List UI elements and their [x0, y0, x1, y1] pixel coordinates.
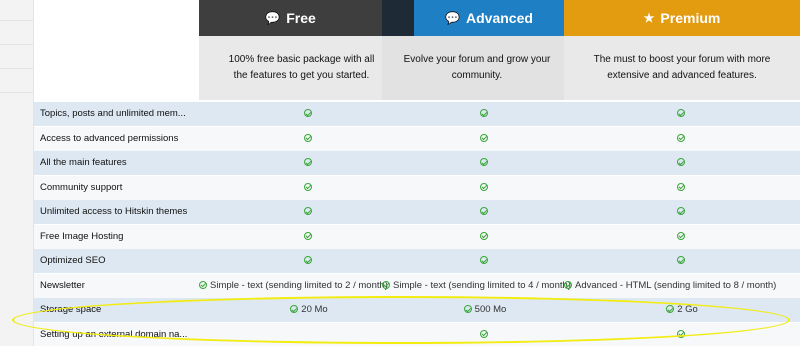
check-icon: [479, 256, 488, 265]
feature-cell-premium: [564, 249, 800, 273]
feature-row: Newsletter Simple - text (sending limited…: [34, 273, 800, 298]
check-icon: [479, 133, 488, 142]
left-margin: [0, 0, 34, 346]
feature-cell-premium: [564, 176, 800, 200]
feature-value: Simple - text (sending limited to 2 / mo…: [210, 279, 388, 291]
feature-cell-premium: [564, 102, 800, 126]
feature-cell-advanced: 500 Mo: [382, 298, 588, 322]
feature-cell-advanced: [382, 200, 588, 224]
feature-label: Newsletter: [40, 279, 85, 291]
feature-row: Storage space 20 Mo 500 Mo 2 Go: [34, 298, 800, 322]
feature-row: Optimized SEO: [34, 249, 800, 273]
check-icon: [676, 109, 685, 118]
check-icon: [303, 256, 312, 265]
feature-row: Topics, posts and unlimited mem...: [34, 102, 800, 126]
star-icon: ★: [643, 11, 655, 25]
feature-cell-advanced: [382, 176, 588, 200]
check-icon: [303, 158, 312, 167]
check-icon: [479, 109, 488, 118]
chat-bubble-icon: 💬: [265, 11, 281, 25]
feature-cell-advanced: Simple - text (sending limited to 4 / mo…: [382, 274, 588, 298]
feature-cell-advanced: [382, 249, 588, 273]
check-icon: [303, 133, 312, 142]
feature-cell-advanced: [382, 323, 588, 346]
feature-label: All the main features: [40, 157, 127, 168]
check-icon: [199, 280, 207, 289]
check-icon: [382, 280, 390, 289]
feature-label: Community support: [40, 181, 123, 193]
check-icon: [666, 305, 675, 314]
feature-label: Free Image Hosting: [40, 230, 124, 242]
plan-header-advanced[interactable]: 💬 Advanced: [414, 0, 564, 36]
feature-cell-premium: [564, 127, 800, 151]
chat-bubbles-icon: 💬: [445, 11, 461, 25]
check-icon: [676, 133, 685, 142]
feature-row: All the main features: [34, 151, 800, 175]
plan-description-premium: The must to boost your forum with more e…: [564, 36, 800, 100]
feature-row: Community support: [34, 175, 800, 200]
check-icon: [303, 109, 312, 118]
check-icon: [463, 305, 472, 314]
check-icon: [290, 305, 299, 314]
feature-label: Topics, posts and unlimited mem...: [40, 108, 186, 119]
feature-row: Unlimited access to Hitskin themes: [34, 200, 800, 224]
check-icon: [676, 231, 685, 240]
feature-row: Setting up an external domain na...: [34, 322, 800, 346]
plan-name-premium: Premium: [660, 10, 721, 26]
feature-cell-premium: Advanced - HTML (sending limited to 8 / …: [564, 274, 800, 298]
feature-value: Advanced - HTML (sending limited to 8 / …: [575, 279, 777, 291]
feature-label: Storage space: [40, 304, 102, 315]
check-icon: [479, 158, 488, 167]
feature-cell-premium: [564, 225, 800, 249]
feature-cell-premium: 2 Go: [564, 298, 800, 322]
check-icon: [676, 207, 685, 216]
plan-description-advanced: Evolve your forum and grow your communit…: [382, 36, 564, 100]
plan-name-advanced: Advanced: [466, 10, 533, 26]
check-icon: [676, 182, 685, 191]
check-icon: [676, 256, 685, 265]
check-icon: [564, 280, 572, 289]
feature-value: 2 Go: [677, 304, 698, 315]
feature-cell-advanced: [382, 127, 588, 151]
feature-value: Simple - text (sending limited to 4 / mo…: [393, 279, 571, 291]
plan-name-free: Free: [286, 10, 316, 26]
plan-header-premium[interactable]: ★ Premium: [564, 0, 800, 36]
feature-label: Unlimited access to Hitskin themes: [40, 206, 188, 217]
feature-cell-premium: [564, 151, 800, 175]
feature-row: Free Image Hosting: [34, 224, 800, 249]
feature-row: Access to advanced permissions: [34, 126, 800, 151]
check-icon: [479, 182, 488, 191]
check-icon: [676, 158, 685, 167]
feature-value: 500 Mo: [474, 304, 507, 315]
plan-description-free: 100% free basic package with all the fea…: [199, 36, 382, 100]
feature-value: 20 Mo: [301, 304, 328, 315]
feature-cell-advanced: [382, 102, 588, 126]
check-icon: [479, 231, 488, 240]
check-icon: [303, 231, 312, 240]
check-icon: [479, 329, 488, 338]
plan-header-free[interactable]: 💬 Free: [199, 0, 382, 36]
check-icon: [479, 207, 488, 216]
feature-label: Optimized SEO: [40, 255, 106, 266]
feature-cell-advanced: [382, 225, 588, 249]
check-icon: [303, 182, 312, 191]
feature-cell-premium: [564, 323, 800, 346]
check-icon: [676, 329, 685, 338]
feature-cell-advanced: [382, 151, 588, 175]
feature-label: Setting up an external domain na...: [40, 328, 188, 340]
feature-label: Access to advanced permissions: [40, 132, 179, 144]
check-icon: [303, 207, 312, 216]
feature-cell-premium: [564, 200, 800, 224]
header-gap: [382, 0, 414, 36]
